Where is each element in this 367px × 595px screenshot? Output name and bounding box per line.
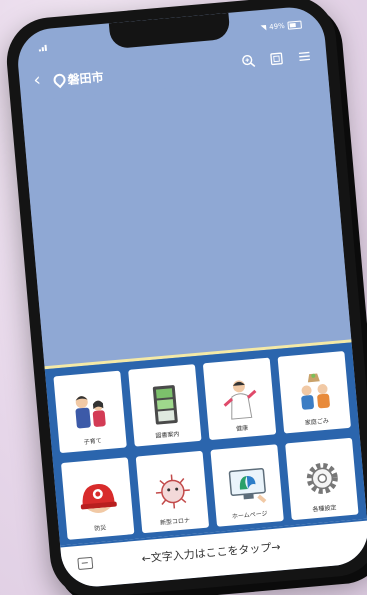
tile-settings[interactable]: 各種設定 xyxy=(285,437,359,521)
tile-label: ホームページ xyxy=(231,510,268,521)
input-prompt[interactable]: ←文字入力はここをタップ→ xyxy=(141,538,281,566)
helmet-icon xyxy=(80,484,117,514)
main-content-area[interactable] xyxy=(21,74,352,369)
signal-icon xyxy=(38,44,48,52)
garbage-icon xyxy=(300,373,330,410)
zoom-icon xyxy=(242,54,256,68)
tile-label: 健康 xyxy=(235,424,249,433)
homepage-icon xyxy=(228,467,266,504)
tile-garbage[interactable]: 家庭ごみ xyxy=(277,351,351,434)
tile-corona[interactable]: 新型コロナ xyxy=(135,450,210,534)
tile-label: 図書案内 xyxy=(155,430,180,440)
menu-grid: 子育て 図書案内 健康 家庭ごみ 防災 新型コロナ ホームページ 各種設定 xyxy=(44,342,367,549)
tile-label: 子育て xyxy=(83,437,103,447)
app-screen: ◥ 49% ‹ 磐田市 子育て 図書案内 健康 家庭ごみ 防災 新型コロナ ホー… xyxy=(15,4,367,590)
tile-label: 新型コロナ xyxy=(159,517,191,527)
keyboard-icon[interactable] xyxy=(77,556,94,571)
health-icon xyxy=(223,380,256,420)
background: ◥ 49% ‹ 磐田市 子育て 図書案内 健康 家庭ごみ 防災 新型コロナ ホー… xyxy=(0,0,367,595)
view-button[interactable] xyxy=(268,50,285,67)
battery-percent: 49% xyxy=(268,21,286,32)
zoom-button[interactable] xyxy=(240,53,257,70)
back-button[interactable]: ‹ xyxy=(33,69,42,91)
virus-icon xyxy=(155,474,190,509)
tile-label: 各種設定 xyxy=(312,504,337,514)
phone-frame: ◥ 49% ‹ 磐田市 子育て 図書案内 健康 家庭ごみ 防災 新型コロナ ホー… xyxy=(3,0,367,595)
settings-icon xyxy=(306,462,338,494)
tile-health[interactable]: 健康 xyxy=(202,357,277,441)
square-icon xyxy=(270,52,283,66)
tile-label: 防災 xyxy=(94,524,107,533)
location-pin-icon xyxy=(51,71,69,89)
parent-child-icon xyxy=(75,396,106,429)
wifi-icon: ◥ xyxy=(260,23,267,33)
book-shelf-icon xyxy=(152,385,178,425)
tile-homepage[interactable]: ホームページ xyxy=(210,444,284,527)
hamburger-icon xyxy=(298,51,311,61)
tile-library[interactable]: 図書案内 xyxy=(128,364,202,447)
tile-disaster[interactable]: 防災 xyxy=(60,457,135,540)
tile-childcare[interactable]: 子育て xyxy=(53,370,127,454)
tile-label: 家庭ごみ xyxy=(304,417,330,427)
page-title: 磐田市 xyxy=(67,69,105,88)
menu-button[interactable] xyxy=(296,48,313,65)
battery-icon xyxy=(287,20,303,30)
